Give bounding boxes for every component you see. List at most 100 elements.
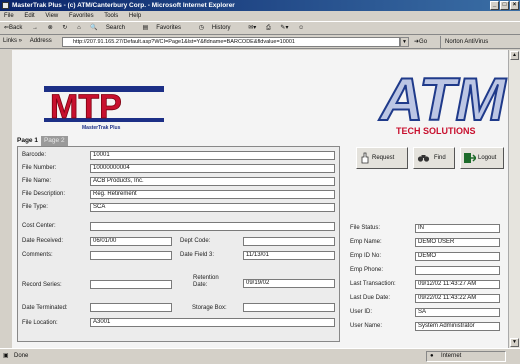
comments-field[interactable] [90,251,172,260]
atm-letters: ATM [378,66,508,133]
file-status-label: File Status: [350,225,381,231]
file-description-field[interactable]: Reg. Retirement [90,190,335,199]
refresh-icon[interactable]: ↻ [62,25,67,31]
menu-tools[interactable]: Tools [104,13,118,19]
file-number-label: File Number: [22,165,57,171]
atm-logo: ATM TECH SOLUTIONS [372,58,510,138]
minimize-button[interactable]: _ [490,1,499,10]
file-description-label: File Description: [22,191,66,197]
favorites-button[interactable]: ▤ Favorites [143,25,189,31]
emp-name-field[interactable]: DEMO USER [415,238,500,247]
search-icon: 🔍 [90,25,98,31]
date-received-field[interactable]: 06/01/00 [90,237,172,246]
date-field-3-field[interactable]: 11/13/01 [243,251,335,260]
storage-box-label: Storage Box: [192,305,227,311]
file-location-field[interactable]: A3001 [90,318,335,327]
status-text: Done [14,353,29,359]
status-bar: ▣ Done ● Internet [0,348,520,364]
window-title: MasterTrak Plus - (c) ATM/Canterbury Cor… [12,2,235,9]
menu-favorites[interactable]: Favorites [69,13,94,19]
emp-phone-label: Emp Phone: [350,267,384,273]
file-number-field[interactable]: 10000000004 [90,164,335,173]
file-name-label: File Name: [22,178,52,184]
mastertrak-logo: MTP MasterTrak Plus [44,82,164,132]
file-name-field[interactable]: ACB Products, Inc. [90,177,335,186]
logout-button[interactable]: Logout [460,147,504,169]
mtp-logo-icon: MTP MasterTrak Plus [44,86,164,131]
record-series-field[interactable] [90,280,172,289]
emp-phone-field[interactable] [415,266,500,275]
request-button[interactable]: Request [356,147,408,169]
scroll-down-icon[interactable]: ▼ [510,338,519,347]
date-received-label: Date Received: [22,238,64,244]
file-type-label: File Type: [22,204,48,210]
user-name-label: User Name: [350,323,383,329]
history-icon: ◷ [198,25,204,31]
url-text: http://207.91.165.27/Default.asp?WCI=Pag… [73,39,295,45]
print-icon[interactable]: ⎙ [266,25,271,31]
history-button[interactable]: ◷ History [199,25,239,31]
left-gutter [0,50,12,348]
emp-name-label: Emp Name: [350,239,382,245]
last-transaction-field[interactable]: 09/12/02 11:43:27 AM [415,280,500,289]
title-bar: MasterTrak Plus - (c) ATM/Canterbury Cor… [0,0,520,11]
edit-icon[interactable]: ✎▾ [280,25,288,31]
request-label: Request [372,155,395,161]
forward-button[interactable]: → [32,25,38,31]
tab-page-2[interactable]: Page 2 [40,136,68,146]
security-zone: ● Internet [426,351,506,362]
address-dropdown-icon[interactable]: ▼ [400,37,409,47]
stop-icon[interactable]: ⊗ [48,25,53,31]
emp-id-label: Emp ID No: [350,253,382,259]
menu-view[interactable]: View [45,13,58,19]
menu-file[interactable]: File [4,13,14,19]
globe-icon: ● [430,353,434,359]
retention-date-label-line2: Date: [193,282,208,288]
links-label[interactable]: Links » [3,38,22,44]
user-id-field[interactable]: SA [415,308,500,317]
address-input[interactable]: http://207.91.165.27/Default.asp?WCI=Pag… [62,37,400,47]
file-status-field[interactable]: IN [415,224,500,233]
menu-help[interactable]: Help [129,13,141,19]
last-transaction-label: Last Transaction: [350,281,396,287]
mtp-letters: MTP [50,88,122,126]
back-button[interactable]: ⇐Back [4,25,22,31]
tab-page-1[interactable]: Page 1 [12,136,41,146]
record-series-label: Record Series: [22,282,62,288]
cost-center-label: Cost Center: [22,223,56,229]
maximize-button[interactable]: □ [500,1,509,10]
menu-edit[interactable]: Edit [24,13,34,19]
date-field-3-label: Date Field 3: [180,252,215,258]
atm-logo-icon: ATM TECH SOLUTIONS [377,65,509,136]
search-button[interactable]: 🔍 Search [90,25,133,31]
close-button[interactable]: × [510,1,519,10]
scroll-up-icon[interactable]: ▲ [510,51,519,60]
page-done-icon: ▣ [3,353,9,359]
emp-id-field[interactable]: DEMO [415,252,500,261]
dept-code-field[interactable] [243,237,335,246]
storage-box-field[interactable] [243,303,335,312]
barcode-field[interactable]: 10001 [90,151,335,160]
last-due-date-label: Last Due Date: [350,295,391,301]
address-label: Address [29,38,52,44]
find-button[interactable]: Find [413,147,455,169]
norton-antivirus-button[interactable]: Norton AntiVirus [440,36,488,49]
date-terminated-field[interactable] [90,303,172,312]
go-button[interactable]: ➜Go [414,36,427,49]
file-location-label: File Location: [22,320,58,326]
messenger-icon[interactable]: ☺ [298,25,304,31]
file-type-field[interactable]: SCA [90,203,335,212]
last-due-date-field[interactable]: 09/22/02 11:43:22 AM [415,294,500,303]
dept-code-label: Dept Code: [180,238,211,244]
atm-tagline: TECH SOLUTIONS [396,126,476,136]
retention-date-field[interactable]: 09/19/02 [243,279,335,288]
barcode-label: Barcode: [22,152,47,158]
request-hand-icon [361,152,369,164]
mail-icon[interactable]: ✉▾ [248,25,256,31]
favorites-icon: ▤ [142,25,149,31]
home-icon[interactable]: ⌂ [77,25,81,31]
user-name-field[interactable]: System Administrator [415,322,500,331]
zone-label: Internet [441,353,462,359]
page-tabs: Page 1 Page 2 [12,136,68,146]
cost-center-field[interactable] [90,222,335,231]
